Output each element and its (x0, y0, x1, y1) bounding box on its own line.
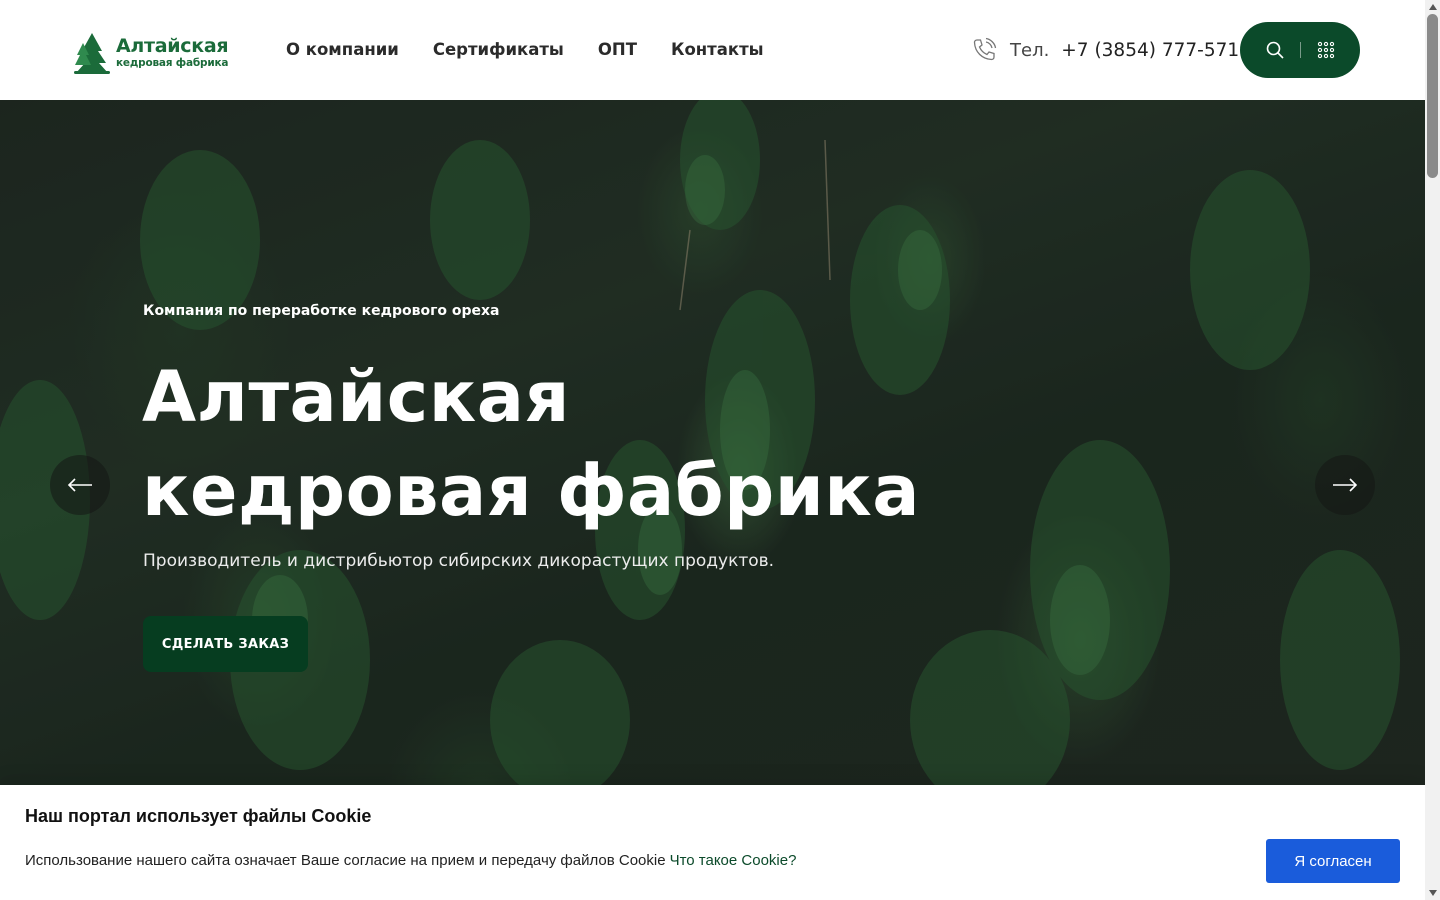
nav-item-contacts[interactable]: Контакты (671, 40, 764, 59)
site-logo[interactable]: Алтайская кедровая фабрика (72, 30, 232, 76)
hero-kicker: Компания по переработке кедрового ореха (143, 303, 500, 319)
scrollbar-thumb[interactable] (1427, 14, 1438, 178)
order-button[interactable]: СДЕЛАТЬ ЗАКАЗ (143, 616, 308, 672)
arrow-right-icon (1333, 478, 1358, 492)
scroll-up-button[interactable] (1425, 0, 1440, 14)
phone-block: Тел. +7 (3854) 777-571 (970, 36, 1239, 64)
nav-item-wholesale[interactable]: ОПТ (598, 40, 637, 59)
cookie-title: Наш портал использует файлы Cookie (25, 806, 372, 826)
grid-menu-icon (1317, 41, 1334, 59)
search-button[interactable] (1256, 31, 1294, 69)
hero-description: Производитель и дистрибьютор сибирских д… (143, 551, 775, 571)
cookie-accept-button[interactable]: Я согласен (1266, 839, 1400, 883)
scroll-down-arrow-icon (1428, 890, 1437, 896)
main-nav: О компании Сертификаты ОПТ Контакты (286, 40, 764, 59)
scroll-down-button[interactable] (1425, 886, 1440, 900)
logo-title: Алтайская (116, 35, 229, 58)
slider-prev-button[interactable] (50, 455, 110, 515)
page-scrollbar[interactable] (1425, 0, 1440, 900)
hero-title-line-1: Алтайская (142, 356, 570, 438)
cookie-text-row: Использование нашего сайта означает Ваше… (25, 852, 796, 869)
menu-button[interactable] (1307, 31, 1345, 69)
tools-divider (1299, 42, 1301, 58)
header-tools (1240, 22, 1360, 78)
logo-subtitle: кедровая фабрика (116, 57, 229, 70)
cookie-info-link[interactable]: Что такое Cookie? (670, 852, 797, 869)
cookie-text: Использование нашего сайта означает Ваше… (25, 852, 666, 869)
search-icon (1266, 41, 1284, 59)
hero-title: Алтайская кедровая фабрика (142, 350, 920, 538)
nav-item-certificates[interactable]: Сертификаты (433, 40, 564, 59)
fir-tree-logo-icon (74, 33, 110, 74)
hero-title-line-2: кедровая фабрика (142, 450, 921, 532)
phone-label: Тел. (1010, 39, 1050, 61)
site-header: Алтайская кедровая фабрика О компании Се… (0, 0, 1425, 100)
phone-icon (973, 37, 997, 61)
slider-next-button[interactable] (1315, 455, 1375, 515)
nav-item-about[interactable]: О компании (286, 40, 399, 59)
phone-number-link[interactable]: +7 (3854) 777-571 (1061, 40, 1239, 61)
scroll-up-arrow-icon (1428, 4, 1437, 10)
arrow-left-icon (67, 478, 92, 492)
hero-slider: Компания по переработке кедрового ореха … (0, 100, 1425, 790)
cookie-banner: Наш портал использует файлы Cookie Испол… (0, 785, 1425, 900)
logo-text: Алтайская кедровая фабрика (116, 35, 229, 70)
